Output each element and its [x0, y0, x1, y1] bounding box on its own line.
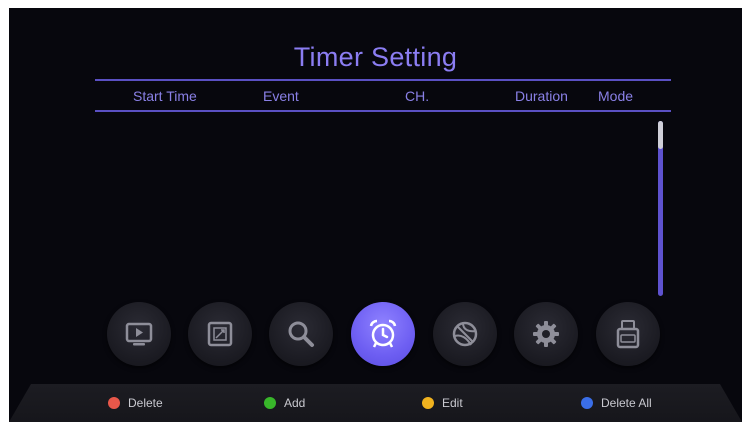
globe-icon [452, 321, 478, 347]
header-bottom-divider [95, 110, 671, 112]
red-key-icon [108, 397, 120, 409]
usb-icon [616, 320, 640, 349]
column-header-start-time: Start Time [133, 88, 197, 104]
timer-setting-screen: Timer Setting Start Time Event CH. Durat… [9, 8, 742, 422]
delete-all-key-label: Delete All [601, 396, 652, 410]
scrollbar-thumb[interactable] [658, 121, 663, 149]
footer-key-bar: Delete Add Edit Delete All [9, 384, 742, 422]
menu-network-button[interactable] [433, 302, 497, 366]
column-header-channel: CH. [405, 88, 430, 104]
scrollbar[interactable] [658, 121, 663, 296]
timer-list[interactable] [95, 114, 655, 304]
magnifier-icon [288, 321, 314, 347]
page-title: Timer Setting [293, 42, 458, 72]
menu-timer-button[interactable] [351, 302, 415, 366]
delete-key[interactable]: Delete [108, 396, 163, 410]
edit-key[interactable]: Edit [422, 396, 463, 410]
header-top-divider [95, 79, 671, 81]
yellow-key-icon [422, 397, 434, 409]
column-header-mode: Mode [598, 88, 634, 104]
column-header-event: Event [263, 88, 299, 104]
delete-all-key[interactable]: Delete All [581, 396, 652, 410]
alarm-clock-icon [369, 319, 397, 348]
menu-picture-button[interactable] [188, 302, 252, 366]
edit-key-label: Edit [442, 396, 463, 410]
green-key-icon [264, 397, 276, 409]
picture-frame-icon [207, 321, 233, 347]
menu-search-button[interactable] [269, 302, 333, 366]
add-key-label: Add [284, 396, 306, 410]
blue-key-icon [581, 397, 593, 409]
play-screen-icon [125, 322, 153, 346]
add-key[interactable]: Add [264, 396, 305, 410]
menu-settings-button[interactable] [514, 302, 578, 366]
delete-key-label: Delete [128, 396, 163, 410]
menu-usb-button[interactable] [596, 302, 660, 366]
column-header-duration: Duration [515, 88, 568, 104]
gear-icon [533, 321, 559, 347]
menu-media-button[interactable] [107, 302, 171, 366]
